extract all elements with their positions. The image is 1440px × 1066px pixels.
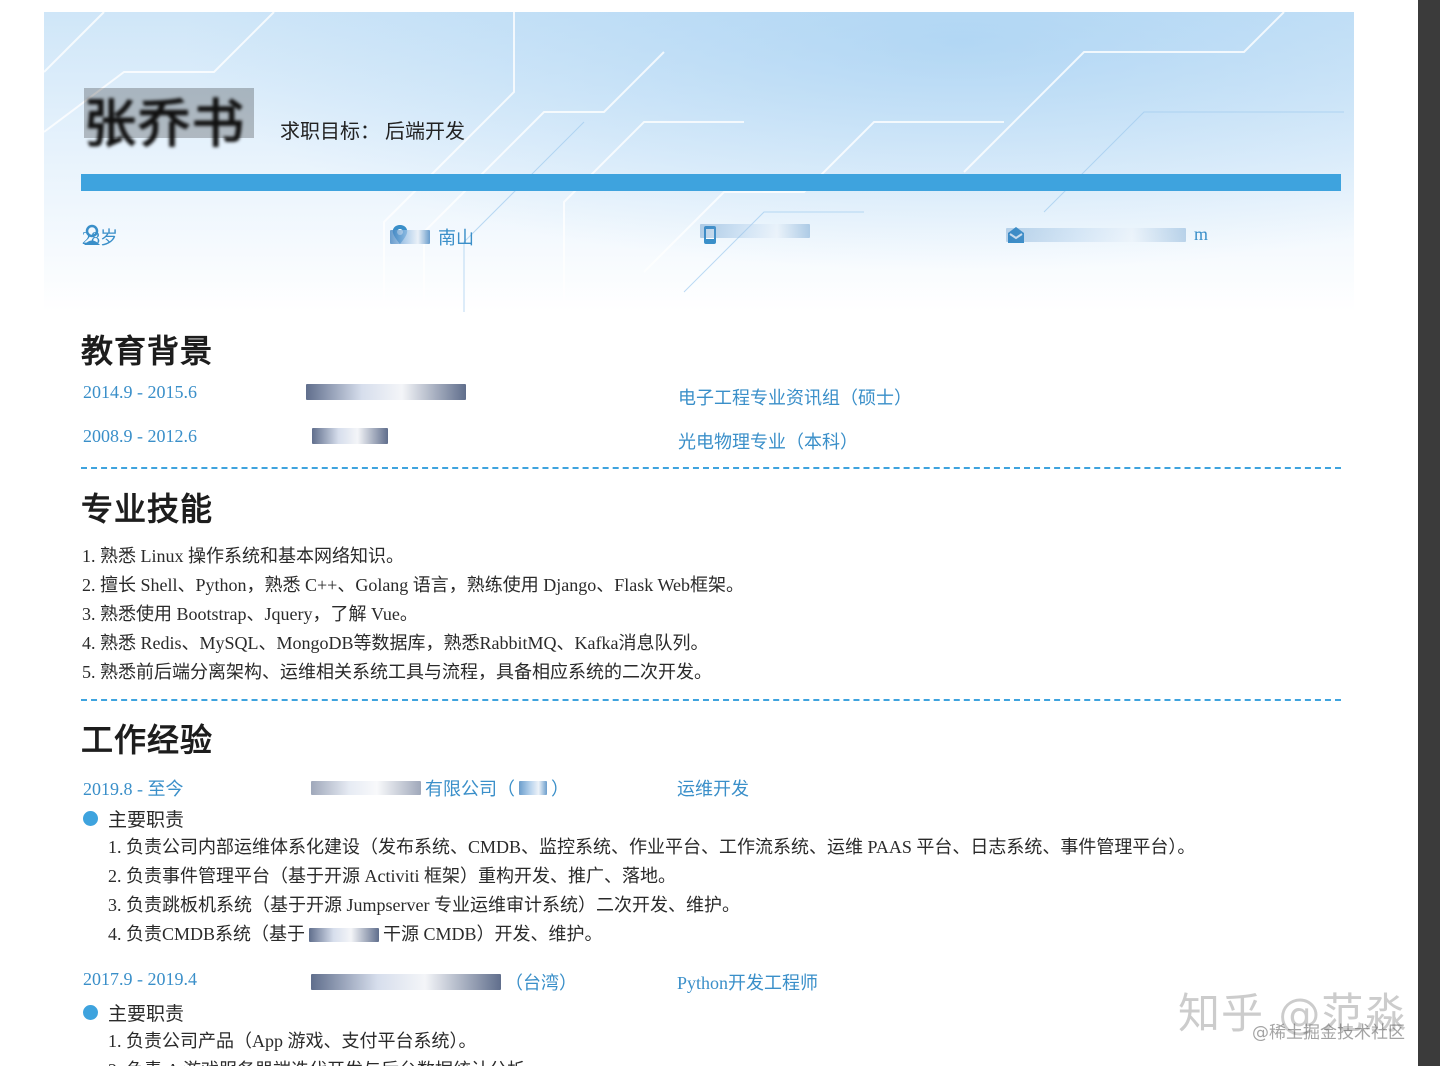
company-text: （台湾）	[505, 973, 577, 993]
job-header: 2017.9 - 2019.4 （台湾） Python开发工程师	[83, 969, 1343, 997]
banner-decoration	[44, 12, 1344, 312]
school-redaction	[312, 428, 388, 444]
location-redaction	[390, 230, 430, 244]
section-title-work: 工作经验	[81, 722, 214, 758]
duty-list: 1. 负责公司内部运维体系化建设（发布系统、CMDB、监控系统、作业平台、工作流…	[108, 833, 1328, 949]
skill-item: 3. 熟悉使用 Bootstrap、Jquery，了解 Vue。	[82, 604, 418, 624]
header-banner: 张乔书 求职目标： 后端开发 28岁 南山 m	[44, 12, 1354, 312]
bullet-dot-icon	[83, 1005, 98, 1020]
section-divider	[81, 699, 1341, 701]
duty-item: 1. 负责公司产品（App 游戏、支付平台系统）。	[108, 1031, 477, 1051]
duty-heading: 主要职责	[83, 999, 184, 1026]
location-text: 南山	[438, 228, 474, 248]
duty-item: 4. 负责CMDB系统（基于 干源 CMDB）开发、维护。	[108, 920, 1328, 949]
school-redaction	[306, 384, 466, 400]
school-name-redacted	[312, 428, 388, 449]
job-company: 有限公司（ ）	[311, 775, 569, 801]
job-role: Python开发工程师	[677, 973, 819, 993]
company-suffix: ）	[551, 779, 569, 799]
contact-age: 28岁	[82, 224, 118, 250]
email-text: m	[1194, 224, 1209, 244]
skill-item: 1. 熟悉 Linux 操作系统和基本网络知识。	[82, 546, 404, 566]
education-major: 电子工程专业资讯组（硕士）	[678, 388, 912, 408]
watermark-juejin: @稀土掘金技术社区	[1252, 1023, 1405, 1043]
job-header: 2019.8 - 至今 有限公司（ ） 运维开发	[83, 775, 1343, 803]
section-title-skills: 专业技能	[81, 491, 214, 527]
duty-item-part: 干源 CMDB）开发、维护。	[383, 924, 603, 944]
company-redaction	[311, 781, 421, 795]
contact-email: m	[1006, 224, 1208, 245]
education-date: 2008.9 - 2012.6	[83, 426, 197, 446]
candidate-name: 张乔书	[84, 82, 254, 154]
job-role: 运维开发	[677, 779, 749, 799]
skills-list: 1. 熟悉 Linux 操作系统和基本网络知识。 2. 擅长 Shell、Pyt…	[82, 542, 1322, 687]
job-date: 2019.8 - 至今	[83, 779, 184, 799]
duty-item: 3. 负责跳板机系统（基于开源 Jumpserver 专业运维审计系统）二次开发…	[108, 895, 740, 915]
section-divider	[81, 467, 1341, 469]
person-icon	[84, 224, 100, 245]
job-date: 2017.9 - 2019.4	[83, 969, 197, 989]
duty-heading-text: 主要职责	[108, 1004, 185, 1025]
viewer-side-strip	[1418, 0, 1440, 1066]
duty-redaction	[309, 927, 380, 942]
contact-location: 南山	[390, 224, 474, 250]
section-title-education: 教育背景	[81, 333, 214, 369]
duty-item: 2. 负责事件管理平台（基于开源 Activiti 框架）重构开发、推广、落地。	[108, 866, 676, 886]
company-text: 有限公司（	[425, 779, 515, 799]
education-major: 光电物理专业（本科）	[678, 432, 858, 452]
school-name-redacted	[306, 384, 466, 405]
job-objective: 求职目标： 后端开发	[280, 121, 465, 143]
name-redaction	[84, 88, 254, 138]
header-divider-bar	[81, 174, 1341, 191]
duty-item-part: 4. 负责CMDB系统（基于	[108, 924, 306, 944]
skill-item: 2. 擅长 Shell、Python，熟悉 C++、Golang 语言，熟练使用…	[82, 575, 745, 595]
duty-heading-text: 主要职责	[108, 810, 185, 831]
skill-item: 4. 熟悉 Redis、MySQL、MongoDB等数据库，熟悉RabbitMQ…	[82, 633, 709, 653]
job-company: （台湾）	[311, 969, 577, 995]
bullet-dot-icon	[83, 811, 98, 826]
email-redaction	[1006, 227, 1186, 242]
skill-item: 5. 熟悉前后端分离架构、运维相关系统工具与流程，具备相应系统的二次开发。	[82, 662, 712, 682]
company-city-redaction	[519, 781, 547, 795]
education-row: 2008.9 - 2012.6 光电物理专业（本科）	[83, 426, 1343, 454]
phone-redaction	[700, 224, 810, 238]
resume-page: 张乔书 求职目标： 后端开发 28岁 南山 m 教育背景 2014.9 - 20…	[44, 12, 1354, 1066]
contact-phone	[700, 224, 818, 244]
company-redaction	[311, 974, 501, 990]
duty-item: 2. 负责 A 游戏服务器端迭代开发与后台数据统计分析。	[108, 1056, 1328, 1066]
duty-heading: 主要职责	[83, 805, 184, 832]
education-date: 2014.9 - 2015.6	[83, 382, 197, 402]
duty-list: 1. 负责公司产品（App 游戏、支付平台系统）。 2. 负责 A 游戏服务器端…	[108, 1027, 1328, 1066]
duty-item: 1. 负责公司内部运维体系化建设（发布系统、CMDB、监控系统、作业平台、工作流…	[108, 837, 1196, 857]
education-row: 2014.9 - 2015.6 电子工程专业资讯组（硕士）	[83, 382, 1343, 410]
